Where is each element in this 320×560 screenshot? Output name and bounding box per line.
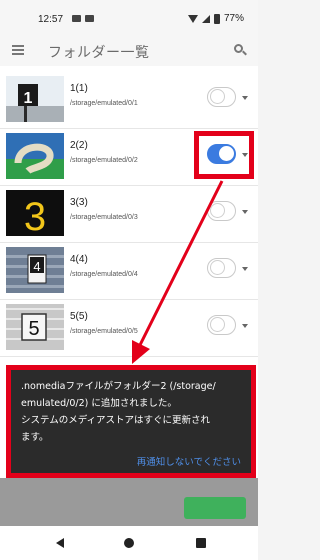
dont-notify-again-button[interactable]: 再通知しないでください	[137, 454, 241, 468]
nomedia-snackbar: .nomediaファイルがフォルダー2 (/storage/ emulated/…	[6, 365, 256, 478]
home-icon[interactable]	[124, 538, 134, 548]
snackbar-line: emulated/0/2) に追加されました。	[21, 398, 177, 409]
screen: 12:57 77% フォルダー一覧 1 1(1) /storage/emulat…	[0, 0, 258, 560]
recents-icon[interactable]	[196, 538, 206, 548]
snackbar-line: ます。	[21, 432, 49, 443]
system-nav-bar	[0, 526, 258, 560]
snackbar-line: システムのメディアストアはすぐに更新され	[21, 415, 211, 426]
back-icon[interactable]	[56, 538, 64, 548]
snackbar-line: .nomediaファイルがフォルダー2 (/storage/	[21, 381, 216, 392]
